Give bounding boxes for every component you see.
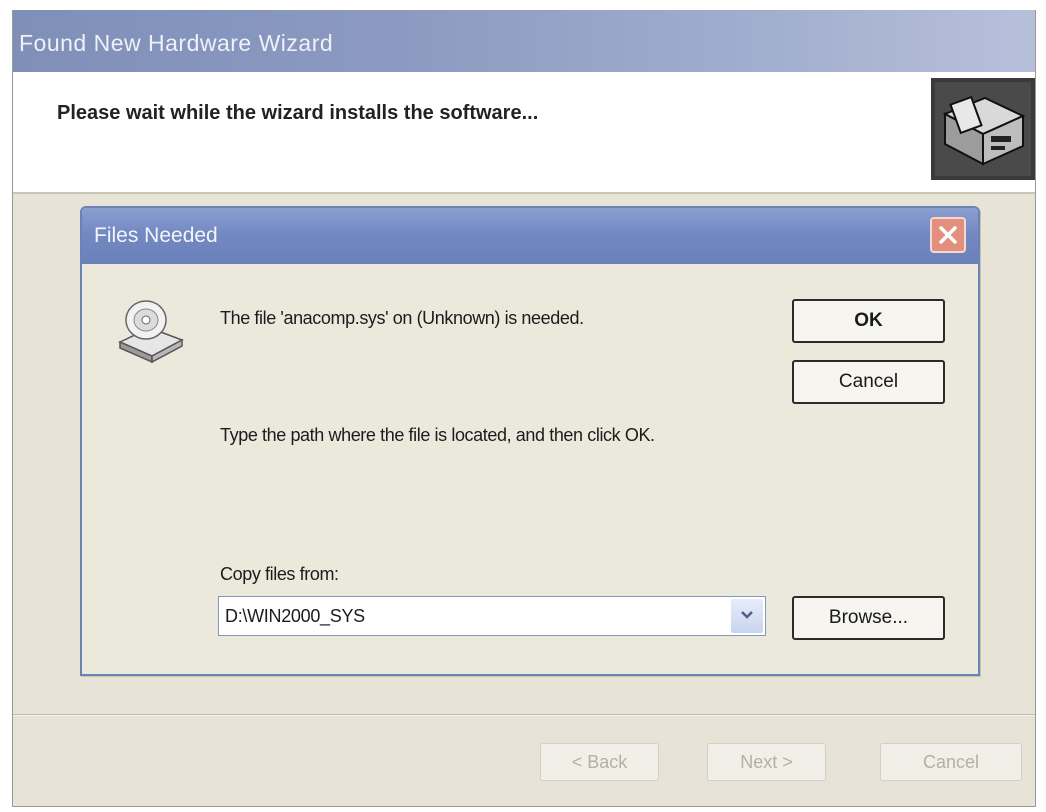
file-needed-message: The file 'anacomp.sys' on (Unknown) is n… bbox=[220, 308, 584, 328]
dialog-titlebar[interactable]: Files Needed bbox=[82, 208, 978, 264]
close-icon[interactable] bbox=[930, 217, 966, 253]
next-button[interactable]: Next > bbox=[707, 743, 826, 781]
wizard-cancel-button[interactable]: Cancel bbox=[880, 743, 1022, 781]
wizard-header: Please wait while the wizard installs th… bbox=[13, 72, 1035, 194]
dialog-body: The file 'anacomp.sys' on (Unknown) is n… bbox=[82, 264, 978, 674]
path-value[interactable]: D:\WIN2000_SYS bbox=[225, 606, 365, 627]
ok-button[interactable]: OK bbox=[792, 299, 945, 343]
back-button[interactable]: < Back bbox=[540, 743, 659, 781]
files-needed-dialog: Files Needed The file 'anacomp.sys' on (… bbox=[80, 206, 980, 676]
footer-divider bbox=[13, 714, 1035, 716]
hardware-install-icon bbox=[931, 78, 1035, 180]
copy-files-from-label: Copy files from: bbox=[220, 564, 339, 584]
wizard-titlebar[interactable]: Found New Hardware Wizard bbox=[13, 10, 1035, 72]
dialog-cancel-button[interactable]: Cancel bbox=[792, 360, 945, 404]
cd-drive-icon bbox=[116, 298, 186, 364]
dialog-title: Files Needed bbox=[94, 224, 218, 247]
copy-files-from-combobox[interactable]: D:\WIN2000_SYS bbox=[218, 596, 766, 636]
path-instruction-text: Type the path where the file is located,… bbox=[220, 425, 655, 445]
chevron-down-icon[interactable] bbox=[731, 599, 763, 633]
browse-button[interactable]: Browse... bbox=[792, 596, 945, 640]
screen: Found New Hardware Wizard Please wait wh… bbox=[0, 0, 1046, 812]
wizard-title: Found New Hardware Wizard bbox=[19, 30, 334, 56]
wizard-header-text: Please wait while the wizard installs th… bbox=[57, 102, 539, 124]
